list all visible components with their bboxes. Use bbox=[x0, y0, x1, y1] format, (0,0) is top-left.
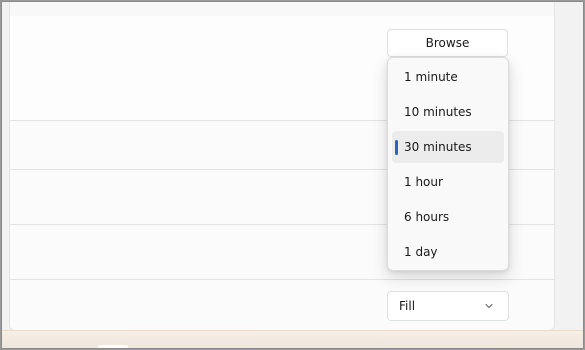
menu-item-label: 10 minutes bbox=[404, 105, 472, 119]
fit-dropdown[interactable]: Fill bbox=[387, 291, 509, 321]
menu-item-1-hour[interactable]: 1 hour bbox=[392, 166, 504, 198]
previous-setting-row bbox=[10, 2, 554, 17]
menu-item-label: 30 minutes bbox=[404, 140, 472, 154]
menu-item-label: 1 minute bbox=[404, 70, 458, 84]
settings-window: Browse 1 minute 10 minutes 30 minutes 1 … bbox=[2, 2, 583, 348]
menu-item-label: 1 day bbox=[404, 245, 438, 259]
interval-dropdown-menu: 1 minute 10 minutes 30 minutes 1 hour 6 … bbox=[387, 57, 509, 271]
selection-indicator bbox=[395, 140, 398, 155]
menu-item-6-hours[interactable]: 6 hours bbox=[392, 201, 504, 233]
taskbar-item[interactable] bbox=[98, 345, 128, 348]
chevron-down-icon bbox=[485, 303, 493, 309]
menu-item-10-minutes[interactable]: 10 minutes bbox=[392, 96, 504, 128]
taskbar bbox=[2, 330, 583, 348]
menu-item-label: 6 hours bbox=[404, 210, 450, 224]
fit-dropdown-value: Fill bbox=[399, 299, 416, 313]
menu-item-30-minutes[interactable]: 30 minutes bbox=[392, 131, 504, 163]
menu-item-1-minute[interactable]: 1 minute bbox=[392, 61, 504, 93]
menu-item-1-day[interactable]: 1 day bbox=[392, 236, 504, 268]
browse-button[interactable]: Browse bbox=[387, 29, 508, 57]
menu-item-label: 1 hour bbox=[404, 175, 443, 189]
